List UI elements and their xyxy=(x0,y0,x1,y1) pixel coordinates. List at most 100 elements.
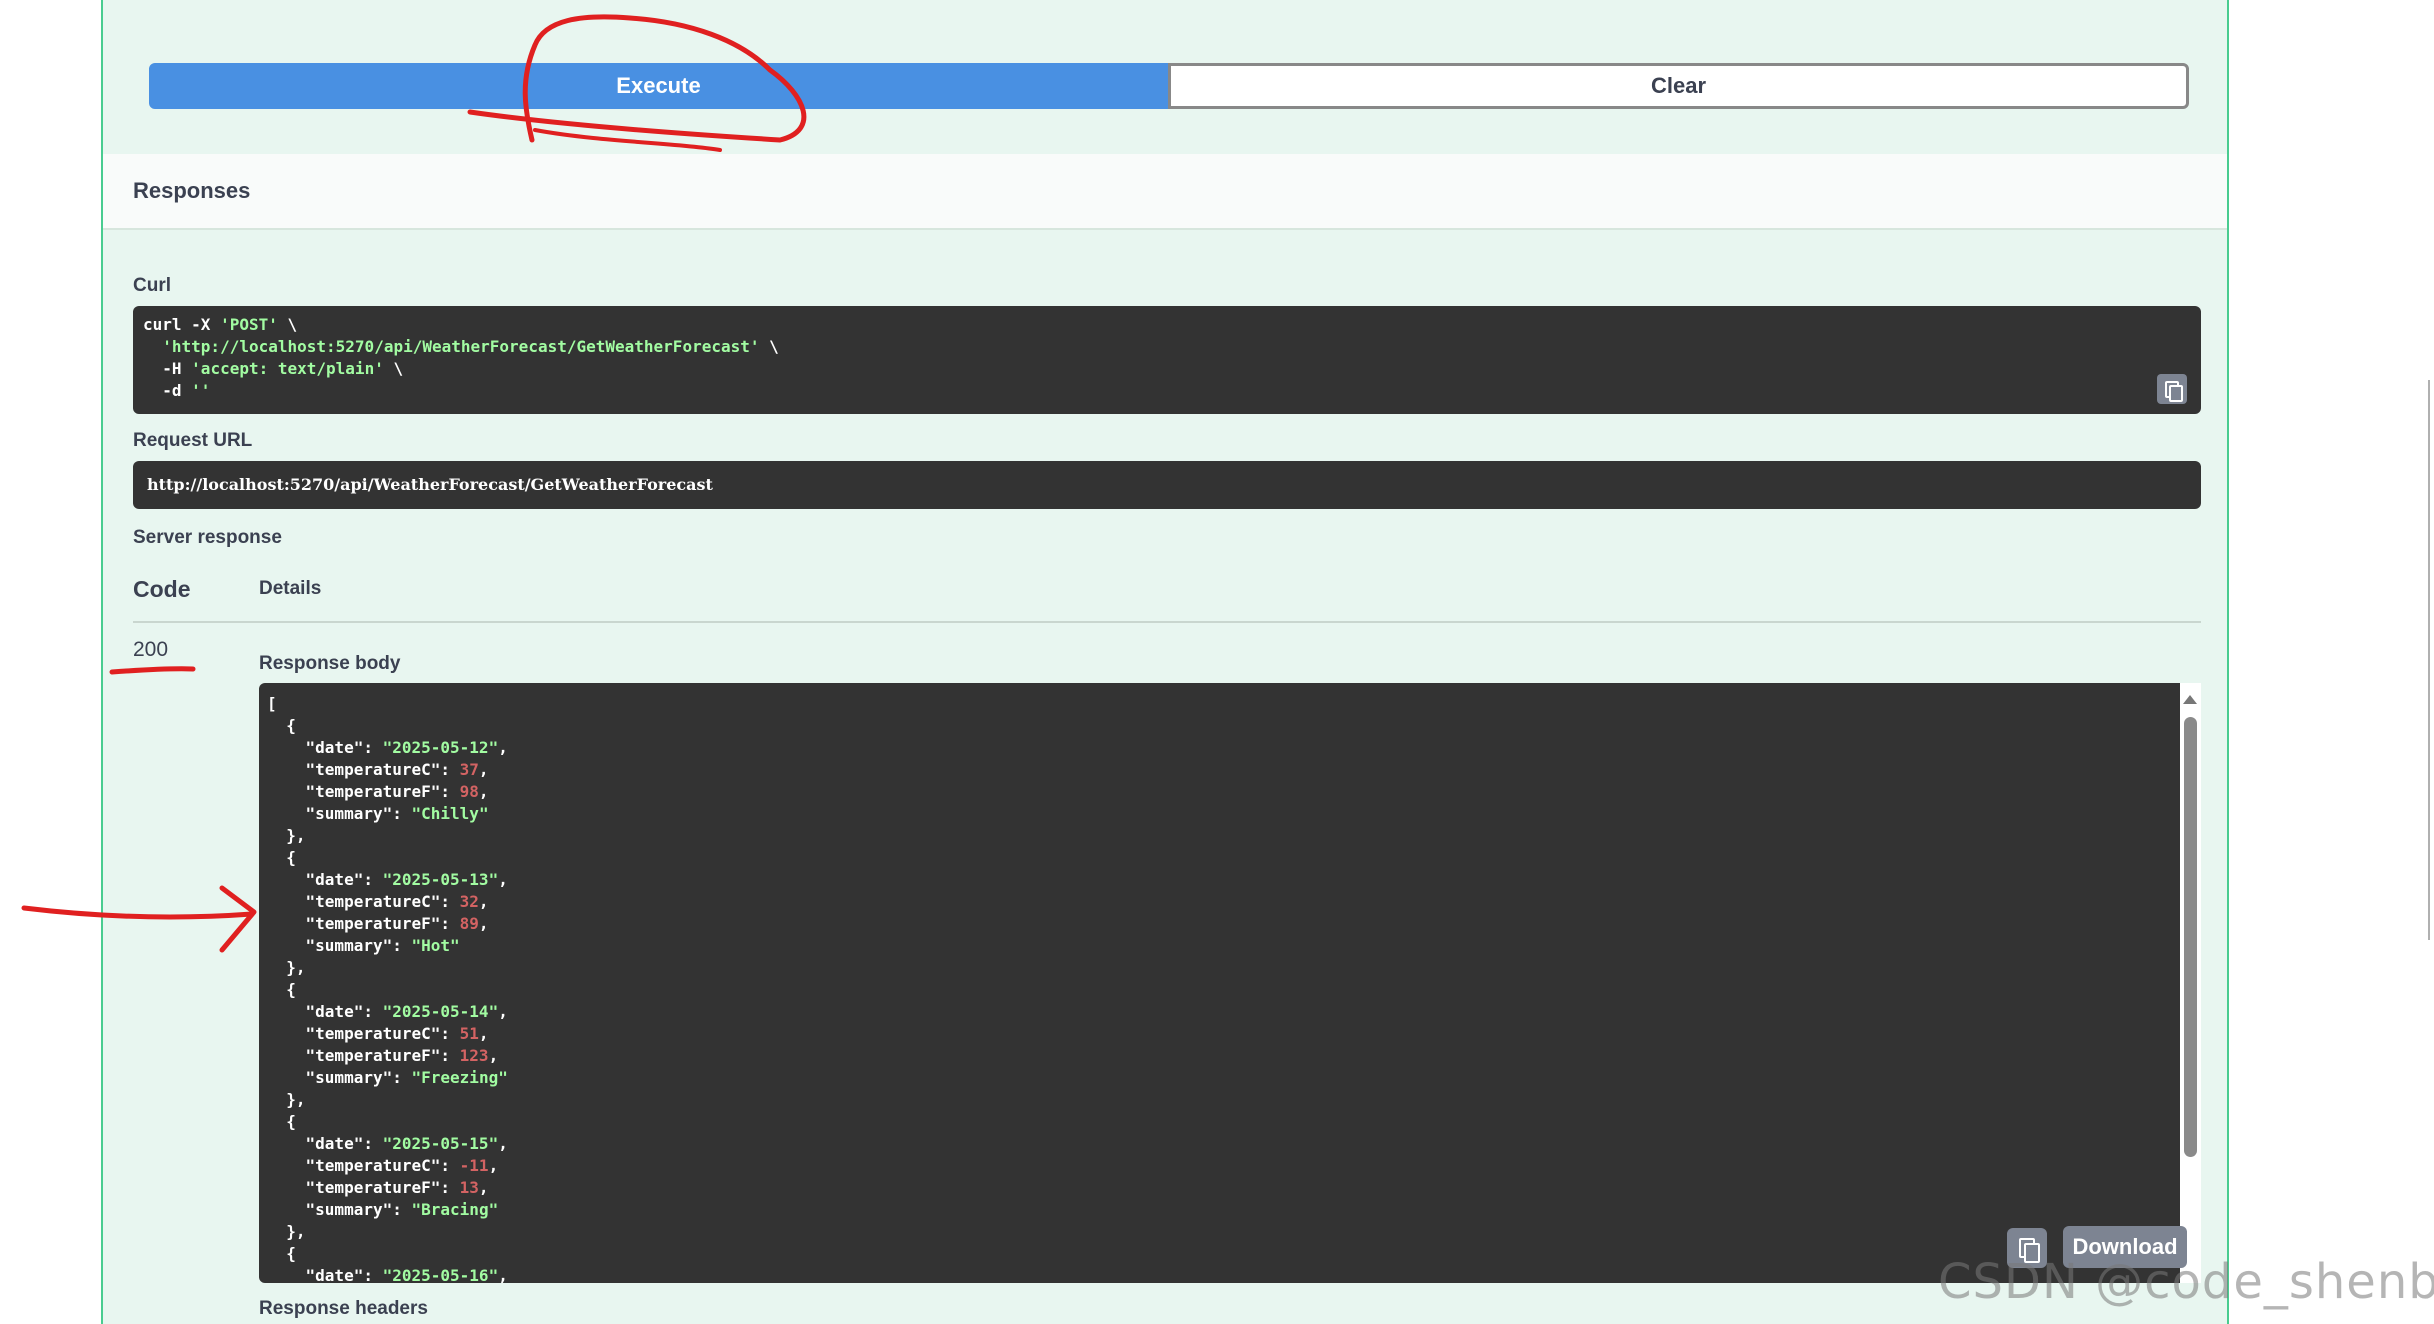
json-line: "temperatureC": 37, xyxy=(267,759,2193,781)
response-body-block[interactable]: [ { "date": "2025-05-12", "temperatureC"… xyxy=(259,683,2201,1283)
json-value: 123 xyxy=(459,1046,489,1065)
json-token: { xyxy=(267,1244,296,1263)
json-token: "summary": xyxy=(267,1068,412,1087)
scroll-thumb[interactable] xyxy=(2184,717,2197,1157)
json-token: }, xyxy=(267,1090,306,1109)
server-response-label: Server response xyxy=(133,527,282,548)
curl-token xyxy=(143,337,162,356)
json-lines: [ { "date": "2025-05-12", "temperatureC"… xyxy=(267,693,2193,1283)
responses-title: Responses xyxy=(133,178,251,203)
json-value: 2025-05-15 xyxy=(392,1134,489,1153)
json-token: "temperatureC": xyxy=(267,1024,460,1043)
json-line: "temperatureF": 89, xyxy=(267,913,2193,935)
json-line: "summary": "Hot" xyxy=(267,935,2193,957)
json-token: , xyxy=(498,1134,508,1153)
json-line: "temperatureC": -11, xyxy=(267,1155,2193,1177)
curl-line: 'http://localhost:5270/api/WeatherForeca… xyxy=(143,336,2191,358)
json-token: "temperatureC": xyxy=(267,892,460,911)
curl-token: -H xyxy=(143,359,192,378)
json-token: " xyxy=(488,1200,499,1219)
json-line: "temperatureF": 13, xyxy=(267,1177,2193,1199)
json-line: "date": "2025-05-12", xyxy=(267,737,2193,759)
curl-string: 'POST' xyxy=(220,315,278,334)
clear-button[interactable]: Clear xyxy=(1168,63,2189,109)
json-line: "temperatureF": 98, xyxy=(267,781,2193,803)
json-token: , xyxy=(488,1156,499,1175)
json-value: 32 xyxy=(459,892,479,911)
json-token: " xyxy=(382,738,393,757)
json-token: { xyxy=(267,716,296,735)
json-token: " xyxy=(382,870,393,889)
json-value: 51 xyxy=(459,1024,479,1043)
json-token: " xyxy=(478,804,489,823)
json-token: , xyxy=(478,760,489,779)
json-value: Chilly xyxy=(421,804,479,823)
scroll-up-arrow-icon[interactable] xyxy=(2183,695,2197,704)
json-value: Bracing xyxy=(421,1200,489,1219)
json-line: "temperatureF": 123, xyxy=(267,1045,2193,1067)
json-token: , xyxy=(478,892,489,911)
request-url-value: http://localhost:5270/api/WeatherForecas… xyxy=(147,475,713,494)
json-token: { xyxy=(267,1112,296,1131)
request-url-block: http://localhost:5270/api/WeatherForecas… xyxy=(133,461,2201,509)
json-token: "temperatureF": xyxy=(267,1178,460,1197)
json-line: "date": "2025-05-14", xyxy=(267,1001,2193,1023)
json-token: " xyxy=(488,870,499,889)
json-token: " xyxy=(411,1068,422,1087)
curl-string: 'accept: text/plain' xyxy=(191,359,384,378)
curl-lines: curl -X 'POST' \ 'http://localhost:5270/… xyxy=(143,314,2191,402)
json-token: { xyxy=(267,980,296,999)
json-line: "date": "2025-05-13", xyxy=(267,869,2193,891)
json-token: { xyxy=(267,848,296,867)
json-token: , xyxy=(498,870,508,889)
curl-string: 'http://localhost:5270/api/WeatherForeca… xyxy=(162,337,760,356)
curl-token: -d xyxy=(143,381,192,400)
json-token: " xyxy=(488,1002,499,1021)
json-line: "date": "2025-05-15", xyxy=(267,1133,2193,1155)
json-value: 89 xyxy=(459,914,479,933)
curl-line: -d '' xyxy=(143,380,2191,402)
json-token: "temperatureC": xyxy=(267,760,460,779)
json-line: "summary": "Freezing" xyxy=(267,1067,2193,1089)
json-token: [ xyxy=(267,694,277,713)
copy-icon[interactable] xyxy=(2007,1228,2047,1268)
json-token: , xyxy=(478,1178,489,1197)
json-token: }, xyxy=(267,958,306,977)
json-token: , xyxy=(478,782,489,801)
json-token: " xyxy=(382,1266,393,1283)
json-value: 37 xyxy=(459,760,479,779)
json-line: "temperatureC": 32, xyxy=(267,891,2193,913)
json-value: -11 xyxy=(459,1156,489,1175)
request-url-label: Request URL xyxy=(133,430,253,451)
curl-line: curl -X 'POST' \ xyxy=(143,314,2191,336)
execute-button[interactable]: Execute xyxy=(149,63,1168,109)
json-line: { xyxy=(267,1243,2193,1265)
json-token: , xyxy=(498,738,508,757)
response-body-scrollbar[interactable] xyxy=(2180,683,2201,1283)
table-divider xyxy=(133,621,2201,623)
json-line: { xyxy=(267,715,2193,737)
json-token: , xyxy=(478,914,489,933)
json-token: " xyxy=(382,1002,393,1021)
json-token: "summary": xyxy=(267,1200,412,1219)
json-value: 2025-05-13 xyxy=(392,870,489,889)
json-value: 13 xyxy=(459,1178,479,1197)
json-token: " xyxy=(498,1068,508,1087)
json-token: "date": xyxy=(267,1002,383,1021)
curl-line: -H 'accept: text/plain' \ xyxy=(143,358,2191,380)
download-button[interactable]: Download xyxy=(2063,1226,2187,1268)
json-line: }, xyxy=(267,1089,2193,1111)
json-token: }, xyxy=(267,1222,306,1241)
json-token: "summary": xyxy=(267,804,412,823)
json-line: [ xyxy=(267,693,2193,715)
json-token: "date": xyxy=(267,1266,383,1283)
json-line: "summary": "Bracing" xyxy=(267,1199,2193,1221)
json-token: "temperatureF": xyxy=(267,914,460,933)
json-value: 2025-05-12 xyxy=(392,738,489,757)
copy-icon[interactable] xyxy=(2157,374,2187,404)
json-token: " xyxy=(411,1200,422,1219)
json-line: "temperatureC": 51, xyxy=(267,1023,2193,1045)
json-line: }, xyxy=(267,1221,2193,1243)
details-column-header: Details xyxy=(259,578,322,599)
json-token: , xyxy=(498,1002,508,1021)
